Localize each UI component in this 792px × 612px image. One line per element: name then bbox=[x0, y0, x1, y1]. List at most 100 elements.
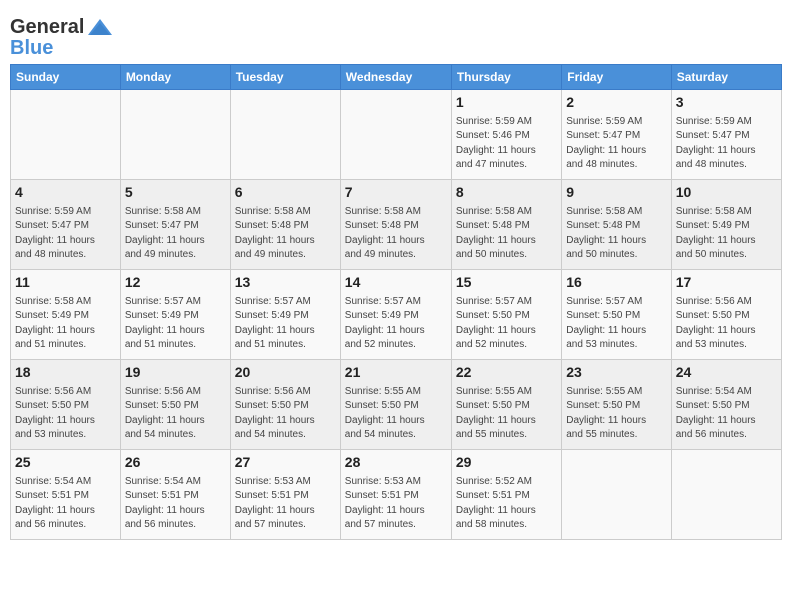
day-cell bbox=[340, 90, 451, 180]
day-info: Sunrise: 5:54 AM Sunset: 5:51 PM Dayligh… bbox=[125, 475, 226, 533]
day-number: 3 bbox=[676, 93, 777, 113]
day-number: 26 bbox=[125, 453, 226, 473]
day-number: 5 bbox=[125, 183, 226, 203]
day-cell: 13Sunrise: 5:57 AM Sunset: 5:49 PM Dayli… bbox=[230, 270, 340, 360]
day-cell bbox=[230, 90, 340, 180]
day-number: 25 bbox=[15, 453, 116, 473]
day-cell: 20Sunrise: 5:56 AM Sunset: 5:50 PM Dayli… bbox=[230, 360, 340, 450]
day-info: Sunrise: 5:52 AM Sunset: 5:51 PM Dayligh… bbox=[456, 475, 557, 533]
day-cell: 12Sunrise: 5:57 AM Sunset: 5:49 PM Dayli… bbox=[120, 270, 230, 360]
day-number: 14 bbox=[345, 273, 447, 293]
day-number: 7 bbox=[345, 183, 447, 203]
days-header-row: SundayMondayTuesdayWednesdayThursdayFrid… bbox=[11, 65, 782, 90]
day-info: Sunrise: 5:55 AM Sunset: 5:50 PM Dayligh… bbox=[566, 385, 666, 443]
week-row-2: 4Sunrise: 5:59 AM Sunset: 5:47 PM Daylig… bbox=[11, 180, 782, 270]
day-cell: 19Sunrise: 5:56 AM Sunset: 5:50 PM Dayli… bbox=[120, 360, 230, 450]
header: General Blue bbox=[10, 10, 782, 60]
day-info: Sunrise: 5:58 AM Sunset: 5:49 PM Dayligh… bbox=[676, 205, 777, 263]
day-cell: 21Sunrise: 5:55 AM Sunset: 5:50 PM Dayli… bbox=[340, 360, 451, 450]
day-number: 6 bbox=[235, 183, 336, 203]
day-info: Sunrise: 5:59 AM Sunset: 5:47 PM Dayligh… bbox=[676, 115, 777, 173]
day-info: Sunrise: 5:53 AM Sunset: 5:51 PM Dayligh… bbox=[235, 475, 336, 533]
day-number: 8 bbox=[456, 183, 557, 203]
day-info: Sunrise: 5:59 AM Sunset: 5:47 PM Dayligh… bbox=[566, 115, 666, 173]
day-cell: 1Sunrise: 5:59 AM Sunset: 5:46 PM Daylig… bbox=[451, 90, 561, 180]
day-cell: 11Sunrise: 5:58 AM Sunset: 5:49 PM Dayli… bbox=[11, 270, 121, 360]
day-header-wednesday: Wednesday bbox=[340, 65, 451, 90]
day-cell: 9Sunrise: 5:58 AM Sunset: 5:48 PM Daylig… bbox=[562, 180, 671, 270]
day-cell: 16Sunrise: 5:57 AM Sunset: 5:50 PM Dayli… bbox=[562, 270, 671, 360]
day-cell: 27Sunrise: 5:53 AM Sunset: 5:51 PM Dayli… bbox=[230, 450, 340, 540]
day-number: 27 bbox=[235, 453, 336, 473]
day-number: 23 bbox=[566, 363, 666, 383]
day-info: Sunrise: 5:57 AM Sunset: 5:49 PM Dayligh… bbox=[125, 295, 226, 353]
day-cell: 8Sunrise: 5:58 AM Sunset: 5:48 PM Daylig… bbox=[451, 180, 561, 270]
day-cell: 15Sunrise: 5:57 AM Sunset: 5:50 PM Dayli… bbox=[451, 270, 561, 360]
day-number: 12 bbox=[125, 273, 226, 293]
day-cell: 17Sunrise: 5:56 AM Sunset: 5:50 PM Dayli… bbox=[671, 270, 781, 360]
day-info: Sunrise: 5:56 AM Sunset: 5:50 PM Dayligh… bbox=[125, 385, 226, 443]
day-number: 24 bbox=[676, 363, 777, 383]
day-info: Sunrise: 5:53 AM Sunset: 5:51 PM Dayligh… bbox=[345, 475, 447, 533]
day-info: Sunrise: 5:59 AM Sunset: 5:47 PM Dayligh… bbox=[15, 205, 116, 263]
day-cell: 22Sunrise: 5:55 AM Sunset: 5:50 PM Dayli… bbox=[451, 360, 561, 450]
day-info: Sunrise: 5:57 AM Sunset: 5:50 PM Dayligh… bbox=[566, 295, 666, 353]
day-header-monday: Monday bbox=[120, 65, 230, 90]
day-number: 20 bbox=[235, 363, 336, 383]
day-cell: 10Sunrise: 5:58 AM Sunset: 5:49 PM Dayli… bbox=[671, 180, 781, 270]
day-info: Sunrise: 5:58 AM Sunset: 5:48 PM Dayligh… bbox=[456, 205, 557, 263]
day-number: 10 bbox=[676, 183, 777, 203]
day-cell: 24Sunrise: 5:54 AM Sunset: 5:50 PM Dayli… bbox=[671, 360, 781, 450]
day-info: Sunrise: 5:54 AM Sunset: 5:50 PM Dayligh… bbox=[676, 385, 777, 443]
day-header-tuesday: Tuesday bbox=[230, 65, 340, 90]
day-info: Sunrise: 5:58 AM Sunset: 5:48 PM Dayligh… bbox=[235, 205, 336, 263]
day-header-thursday: Thursday bbox=[451, 65, 561, 90]
day-cell: 28Sunrise: 5:53 AM Sunset: 5:51 PM Dayli… bbox=[340, 450, 451, 540]
day-info: Sunrise: 5:58 AM Sunset: 5:49 PM Dayligh… bbox=[15, 295, 116, 353]
day-info: Sunrise: 5:57 AM Sunset: 5:49 PM Dayligh… bbox=[235, 295, 336, 353]
day-cell bbox=[120, 90, 230, 180]
day-info: Sunrise: 5:59 AM Sunset: 5:46 PM Dayligh… bbox=[456, 115, 557, 173]
calendar-table: SundayMondayTuesdayWednesdayThursdayFrid… bbox=[10, 64, 782, 540]
logo-icon bbox=[86, 17, 114, 39]
day-info: Sunrise: 5:55 AM Sunset: 5:50 PM Dayligh… bbox=[345, 385, 447, 443]
logo-general: General bbox=[10, 16, 84, 39]
day-info: Sunrise: 5:58 AM Sunset: 5:48 PM Dayligh… bbox=[345, 205, 447, 263]
day-cell: 5Sunrise: 5:58 AM Sunset: 5:47 PM Daylig… bbox=[120, 180, 230, 270]
day-number: 4 bbox=[15, 183, 116, 203]
day-number: 9 bbox=[566, 183, 666, 203]
day-info: Sunrise: 5:57 AM Sunset: 5:49 PM Dayligh… bbox=[345, 295, 447, 353]
day-number: 21 bbox=[345, 363, 447, 383]
day-number: 19 bbox=[125, 363, 226, 383]
logo-blue: Blue bbox=[10, 37, 53, 60]
day-cell: 29Sunrise: 5:52 AM Sunset: 5:51 PM Dayli… bbox=[451, 450, 561, 540]
day-cell: 25Sunrise: 5:54 AM Sunset: 5:51 PM Dayli… bbox=[11, 450, 121, 540]
day-header-friday: Friday bbox=[562, 65, 671, 90]
day-number: 29 bbox=[456, 453, 557, 473]
day-number: 28 bbox=[345, 453, 447, 473]
day-info: Sunrise: 5:55 AM Sunset: 5:50 PM Dayligh… bbox=[456, 385, 557, 443]
day-number: 13 bbox=[235, 273, 336, 293]
day-number: 22 bbox=[456, 363, 557, 383]
day-number: 1 bbox=[456, 93, 557, 113]
day-cell: 2Sunrise: 5:59 AM Sunset: 5:47 PM Daylig… bbox=[562, 90, 671, 180]
day-cell: 7Sunrise: 5:58 AM Sunset: 5:48 PM Daylig… bbox=[340, 180, 451, 270]
day-cell: 18Sunrise: 5:56 AM Sunset: 5:50 PM Dayli… bbox=[11, 360, 121, 450]
day-cell bbox=[11, 90, 121, 180]
day-info: Sunrise: 5:58 AM Sunset: 5:48 PM Dayligh… bbox=[566, 205, 666, 263]
day-info: Sunrise: 5:57 AM Sunset: 5:50 PM Dayligh… bbox=[456, 295, 557, 353]
logo: General Blue bbox=[10, 10, 114, 60]
day-cell: 23Sunrise: 5:55 AM Sunset: 5:50 PM Dayli… bbox=[562, 360, 671, 450]
day-number: 16 bbox=[566, 273, 666, 293]
week-row-4: 18Sunrise: 5:56 AM Sunset: 5:50 PM Dayli… bbox=[11, 360, 782, 450]
day-number: 11 bbox=[15, 273, 116, 293]
day-cell bbox=[671, 450, 781, 540]
day-info: Sunrise: 5:54 AM Sunset: 5:51 PM Dayligh… bbox=[15, 475, 116, 533]
day-info: Sunrise: 5:56 AM Sunset: 5:50 PM Dayligh… bbox=[15, 385, 116, 443]
week-row-1: 1Sunrise: 5:59 AM Sunset: 5:46 PM Daylig… bbox=[11, 90, 782, 180]
day-number: 18 bbox=[15, 363, 116, 383]
day-cell: 6Sunrise: 5:58 AM Sunset: 5:48 PM Daylig… bbox=[230, 180, 340, 270]
day-info: Sunrise: 5:56 AM Sunset: 5:50 PM Dayligh… bbox=[676, 295, 777, 353]
day-info: Sunrise: 5:56 AM Sunset: 5:50 PM Dayligh… bbox=[235, 385, 336, 443]
day-cell: 3Sunrise: 5:59 AM Sunset: 5:47 PM Daylig… bbox=[671, 90, 781, 180]
